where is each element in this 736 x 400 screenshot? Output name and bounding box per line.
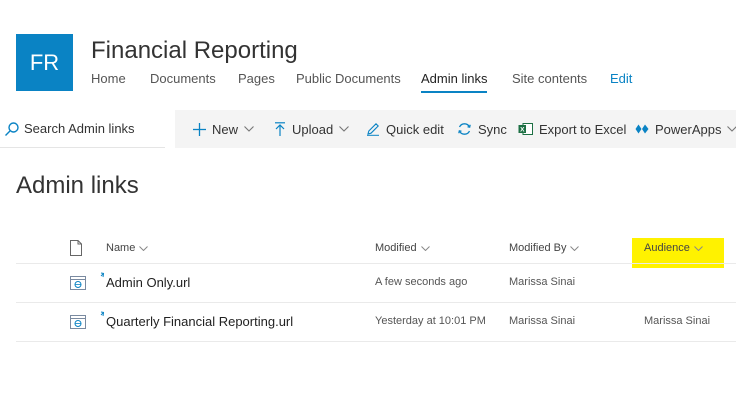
chevron-down-icon	[570, 245, 580, 251]
powerapps-button-label: PowerApps	[655, 121, 722, 137]
list-header: Name Modified Modified By Audience	[16, 236, 736, 264]
sync-button[interactable]: Sync	[457, 110, 507, 148]
upload-icon	[275, 122, 285, 136]
new-button[interactable]: New	[193, 110, 254, 148]
nav-item-site-contents[interactable]: Site contents	[512, 70, 587, 88]
pencil-icon	[367, 123, 379, 136]
sync-button-label: Sync	[478, 121, 507, 137]
column-header-modified-by[interactable]: Modified By	[509, 242, 580, 254]
modified-cell: A few seconds ago	[375, 276, 468, 288]
site-title[interactable]: Financial Reporting	[91, 37, 298, 65]
toolbar: Search Admin links New Upload Quick edit…	[0, 110, 736, 148]
table-row[interactable]: Quarterly Financial Reporting.url Yester…	[16, 303, 736, 342]
site-logo-initials: FR	[29, 49, 60, 75]
nav-item-documents[interactable]: Documents	[150, 70, 216, 88]
chevron-down-icon	[339, 126, 350, 132]
file-type-icon[interactable]	[70, 240, 82, 256]
site-logo[interactable]: FR	[16, 34, 73, 91]
search-input[interactable]: Search Admin links	[24, 121, 135, 136]
site-header: FR Financial Reporting Home Documents Pa…	[0, 0, 736, 108]
column-header-audience[interactable]: Audience	[644, 242, 703, 254]
modified-by-cell[interactable]: Marissa Sinai	[509, 276, 575, 288]
new-button-label: New	[212, 121, 239, 137]
excel-icon: X	[518, 123, 533, 135]
file-name-link[interactable]: Quarterly Financial Reporting.url	[106, 314, 293, 329]
svg-text:X: X	[520, 127, 525, 134]
nav-item-admin-links[interactable]: Admin links	[421, 70, 488, 93]
nav-item-public-documents[interactable]: Public Documents	[296, 70, 401, 88]
search-icon	[5, 122, 19, 136]
search-box[interactable]: Search Admin links	[0, 110, 165, 148]
nav-item-pages[interactable]: Pages	[238, 70, 275, 88]
table-row[interactable]: Admin Only.url A few seconds ago Marissa…	[16, 264, 736, 303]
audience-cell[interactable]: Marissa Sinai	[644, 315, 710, 327]
modified-cell: Yesterday at 10:01 PM	[375, 315, 486, 327]
upload-button[interactable]: Upload	[274, 110, 350, 148]
chevron-down-icon	[694, 245, 703, 251]
powerapps-icon	[635, 124, 649, 134]
export-to-excel-button[interactable]: X Export to Excel	[518, 110, 626, 148]
plus-icon	[193, 122, 206, 136]
upload-button-label: Upload	[292, 121, 334, 137]
nav-item-home[interactable]: Home	[91, 70, 126, 88]
link-file-icon	[70, 276, 86, 290]
export-to-excel-button-label: Export to Excel	[539, 121, 627, 137]
chevron-down-icon	[244, 126, 254, 132]
quick-edit-button[interactable]: Quick edit	[366, 110, 444, 148]
chevron-down-icon	[727, 126, 736, 132]
chevron-down-icon	[139, 245, 149, 251]
edit-link[interactable]: Edit	[610, 70, 632, 88]
column-header-name-label: Name	[106, 242, 136, 254]
column-header-audience-label: Audience	[644, 242, 690, 254]
column-header-modified[interactable]: Modified	[375, 242, 430, 254]
sync-icon	[458, 123, 471, 135]
link-file-icon	[70, 315, 86, 329]
command-bar: New Upload Quick edit Sync X Export to E…	[175, 110, 736, 148]
modified-by-cell[interactable]: Marissa Sinai	[509, 315, 575, 327]
page-title: Admin links	[16, 172, 139, 199]
powerapps-button[interactable]: PowerApps	[635, 110, 736, 148]
column-header-name[interactable]: Name	[106, 242, 149, 254]
quick-edit-button-label: Quick edit	[386, 121, 444, 137]
chevron-down-icon	[420, 245, 430, 251]
file-name-link[interactable]: Admin Only.url	[106, 275, 190, 290]
column-header-modified-by-label: Modified By	[509, 242, 567, 254]
column-header-modified-label: Modified	[375, 242, 417, 254]
